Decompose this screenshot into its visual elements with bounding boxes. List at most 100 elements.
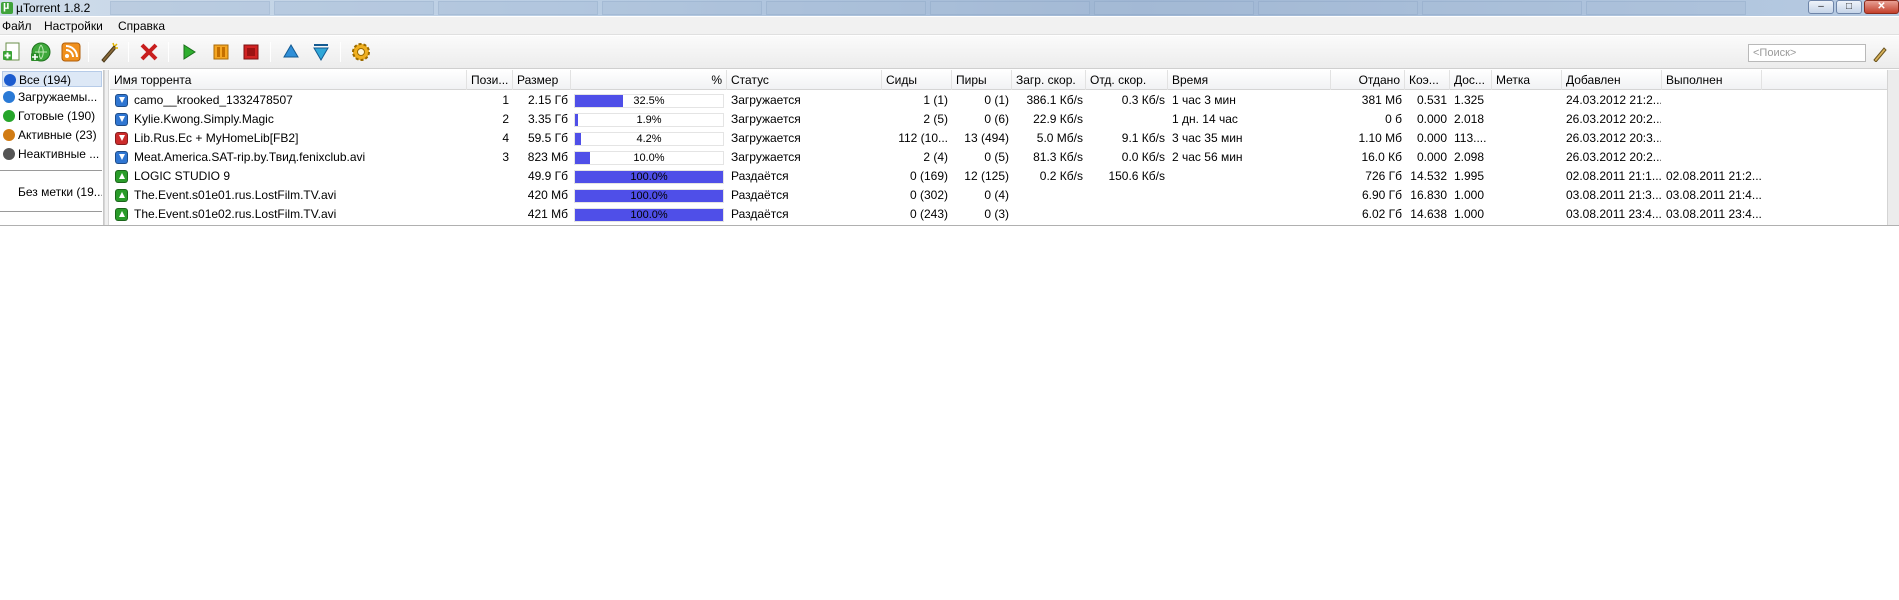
- torrent-ratio: 14.532: [1410, 169, 1447, 183]
- torrent-status: Раздаётся: [731, 169, 789, 183]
- category-inactive[interactable]: Неактивные ...: [2, 146, 102, 162]
- column-seeds[interactable]: Сиды: [882, 70, 952, 90]
- toolbar: [0, 36, 1899, 69]
- progress-text: 100.0%: [630, 190, 668, 202]
- torrent-completed: 03.08.2011 23:4...: [1666, 207, 1761, 221]
- menu-settings[interactable]: Настройки: [44, 19, 103, 33]
- torrent-status: Загружается: [731, 93, 801, 107]
- progress-bar: 32.5%: [574, 94, 724, 108]
- torrent-added: 26.03.2012 20:2...: [1566, 150, 1661, 164]
- torrent-position: [467, 167, 509, 186]
- torrent-label: [1496, 91, 1560, 110]
- column-percent[interactable]: %: [571, 70, 727, 90]
- table-row[interactable]: camo__krooked_1332478507 1 2.15 Гб Загружае…: [110, 91, 1887, 110]
- label-none[interactable]: Без метки (19...: [2, 184, 102, 200]
- stop-icon[interactable]: [240, 41, 262, 63]
- torrent-peers: 13 (494): [964, 131, 1009, 145]
- downloading-status-icon: [115, 94, 128, 107]
- torrent-status: Раздаётся: [731, 188, 789, 202]
- create-torrent-icon[interactable]: [98, 41, 120, 63]
- column-peers[interactable]: Пиры: [952, 70, 1012, 90]
- progress-bar: 100.0%: [574, 189, 724, 203]
- table-row[interactable]: Lib.Rus.Ec + MyHomeLib[FB2] 4 59.5 Гб Загру…: [110, 129, 1887, 148]
- sidebar-divider: [0, 211, 102, 212]
- close-button[interactable]: ✕: [1864, 0, 1899, 14]
- torrent-download-speed: 22.9 Кб/s: [1033, 112, 1083, 126]
- torrent-added: 02.08.2011 21:1...: [1566, 169, 1661, 183]
- torrent-eta: [1172, 186, 1327, 205]
- column-added[interactable]: Добавлен: [1562, 70, 1662, 90]
- move-down-icon[interactable]: [310, 41, 332, 63]
- torrent-size: 49.9 Гб: [527, 169, 568, 183]
- column-eta[interactable]: Время: [1168, 70, 1331, 90]
- menu-bar: Файл Настройки Справка: [0, 17, 1899, 35]
- table-row[interactable]: Kylie.Kwong.Simply.Magic 2 3.35 Гб Загружае…: [110, 110, 1887, 129]
- category-completed[interactable]: Готовые (190): [2, 108, 102, 124]
- torrent-upload-speed: [1086, 205, 1165, 224]
- torrent-position: [467, 205, 509, 224]
- table-row[interactable]: The.Event.s01e02.rus.LostFilm.TV.avi 421 …: [110, 205, 1887, 224]
- torrent-status: Загружается: [731, 150, 801, 164]
- torrent-uploaded: 0 б: [1385, 112, 1402, 126]
- category-active[interactable]: Активные (23): [2, 127, 102, 143]
- maximize-button[interactable]: □: [1836, 0, 1862, 14]
- column-download-speed[interactable]: Загр. скор.: [1012, 70, 1086, 90]
- active-icon: [3, 129, 15, 141]
- panel-divider: [0, 225, 1899, 226]
- table-row[interactable]: LOGIC STUDIO 9 49.9 Гб Раздаётся 0 (169) 12 …: [110, 167, 1887, 186]
- search-input[interactable]: [1748, 44, 1866, 62]
- all-torrents-icon: [4, 74, 16, 86]
- remove-icon[interactable]: [138, 41, 160, 63]
- torrent-peers: 0 (5): [984, 150, 1009, 164]
- menu-file[interactable]: Файл: [2, 19, 32, 33]
- sidebar-divider: [0, 170, 102, 171]
- torrent-completed: 02.08.2011 21:2...: [1666, 169, 1761, 183]
- column-label[interactable]: Метка: [1492, 70, 1562, 90]
- column-availability[interactable]: Дос...: [1450, 70, 1492, 90]
- progress-text: 100.0%: [630, 171, 668, 183]
- column-uploaded[interactable]: Отдано: [1331, 70, 1405, 90]
- column-ratio[interactable]: Коэ...: [1405, 70, 1450, 90]
- start-icon[interactable]: [178, 41, 200, 63]
- vertical-scrollbar[interactable]: [1887, 70, 1899, 226]
- progress-text: 100.0%: [630, 209, 668, 221]
- torrent-download-speed: 0.2 Кб/s: [1039, 169, 1083, 183]
- rss-icon[interactable]: [60, 41, 82, 63]
- minimize-button[interactable]: –: [1808, 0, 1834, 14]
- torrent-seeds: 2 (5): [923, 112, 948, 126]
- torrent-upload-speed: [1086, 110, 1165, 129]
- progress-text: 1.9%: [636, 114, 662, 126]
- torrent-size: 823 Мб: [527, 150, 568, 164]
- torrent-completed: 03.08.2011 21:4...: [1666, 188, 1761, 202]
- add-torrent-icon[interactable]: [2, 41, 24, 63]
- column-position[interactable]: Пози...: [467, 70, 513, 90]
- category-all[interactable]: Все (194): [2, 71, 102, 87]
- torrent-eta: 1 час 3 мин: [1172, 93, 1236, 107]
- pause-icon[interactable]: [210, 41, 232, 63]
- move-up-icon[interactable]: [280, 41, 302, 63]
- column-name[interactable]: Имя торрента: [110, 70, 467, 90]
- torrent-completed: [1666, 110, 1761, 129]
- torrent-completed: [1666, 129, 1761, 148]
- torrent-download-speed: 386.1 Кб/s: [1026, 93, 1083, 107]
- pen-icon[interactable]: [1872, 44, 1888, 63]
- torrent-list: Имя торрента Пози... Размер % Статус Сид…: [110, 70, 1887, 226]
- column-completed[interactable]: Выполнен: [1662, 70, 1762, 90]
- torrent-size: 59.5 Гб: [527, 131, 568, 145]
- category-downloading[interactable]: Загружаемы...: [2, 89, 102, 105]
- torrent-label: [1496, 186, 1560, 205]
- column-size[interactable]: Размер: [513, 70, 571, 90]
- add-url-icon[interactable]: [30, 41, 52, 63]
- title-bar: µTorrent 1.8.2 – □ ✕: [0, 0, 1899, 16]
- table-row[interactable]: Meat.America.SAT-rip.by.Твид.fenixclub.a…: [110, 148, 1887, 167]
- settings-icon[interactable]: [350, 41, 372, 63]
- torrent-upload-speed: 150.6 Кб/s: [1108, 169, 1165, 183]
- sidebar-splitter[interactable]: [104, 70, 109, 226]
- seeding-status-icon: [115, 170, 128, 183]
- torrent-size: 3.35 Гб: [527, 112, 568, 126]
- table-row[interactable]: The.Event.s01e01.rus.LostFilm.TV.avi 420 …: [110, 186, 1887, 205]
- column-upload-speed[interactable]: Отд. скор.: [1086, 70, 1168, 90]
- column-status[interactable]: Статус: [727, 70, 882, 90]
- menu-help[interactable]: Справка: [118, 19, 165, 33]
- torrent-eta: 2 час 56 мин: [1172, 150, 1243, 164]
